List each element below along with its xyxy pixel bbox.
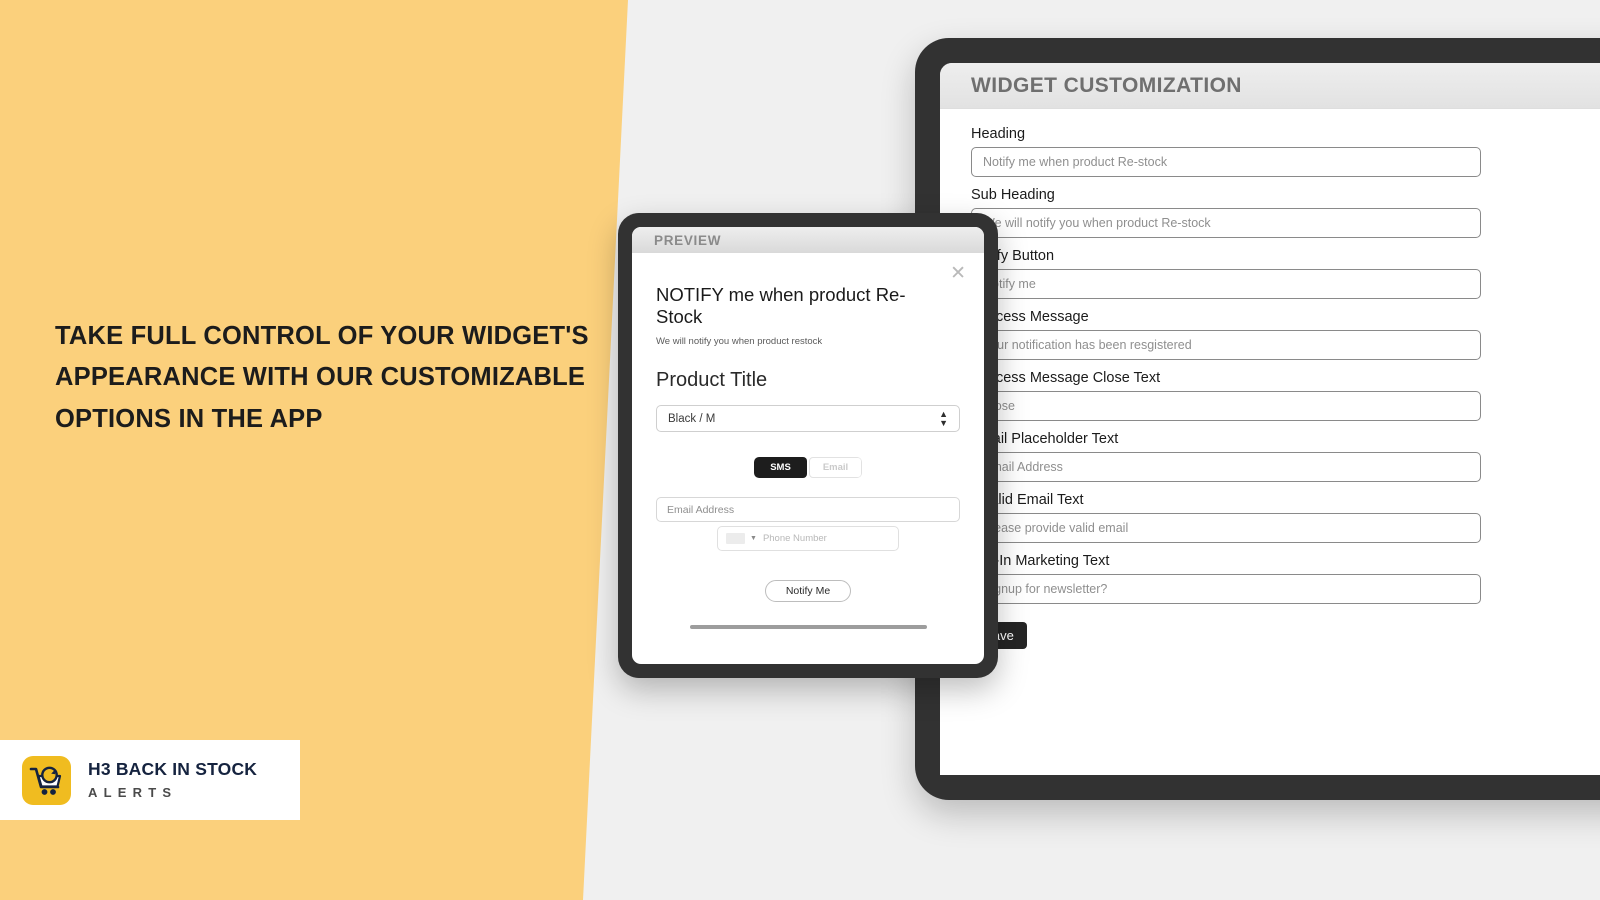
field-heading: Heading: [971, 126, 1600, 177]
widget-heading: NOTIFY me when product Re-Stock: [656, 284, 906, 328]
preview-screen: PREVIEW ✕ NOTIFY me when product Re-Stoc…: [632, 227, 984, 664]
toggle-email[interactable]: Email: [809, 457, 862, 479]
email-placeholder-label: Email Address: [667, 503, 735, 516]
notify-button-input[interactable]: [971, 269, 1481, 299]
field-success-message: Success Message: [971, 309, 1600, 360]
customization-panel-header: WIDGET CUSTOMIZATION: [940, 63, 1600, 109]
marketing-headline: Take full control of your widget's appea…: [55, 322, 589, 433]
variant-select[interactable]: Black / M ▲ ▼: [656, 405, 960, 433]
channel-toggle-wrap: SMS Email: [656, 457, 960, 479]
chevron-down-icon: ▼: [750, 535, 757, 543]
field-label: Success Message: [971, 309, 1089, 325]
phone-placeholder-label: Phone Number: [762, 533, 827, 545]
success-message-input[interactable]: [971, 330, 1481, 360]
widget-product-title: Product Title: [656, 369, 768, 392]
preview-header: PREVIEW: [632, 227, 984, 253]
field-label: Notify Button: [971, 248, 1055, 264]
sub-heading-input[interactable]: [971, 208, 1481, 238]
widget-divider-bar: [689, 625, 927, 630]
phone-number-input[interactable]: ▼ Phone Number: [717, 526, 899, 552]
field-opt-in-marketing-text: Opt-In Marketing Text: [971, 553, 1600, 604]
notify-me-button[interactable]: Notify Me: [764, 580, 852, 603]
channel-toggle: SMS Email: [754, 457, 862, 479]
field-sub-heading: Sub Heading: [971, 187, 1600, 238]
opt-in-marketing-input[interactable]: [971, 574, 1481, 604]
email-address-input[interactable]: Email Address: [656, 497, 960, 523]
invalid-email-input[interactable]: [971, 513, 1481, 543]
field-label: Sub Heading: [971, 187, 1055, 203]
brand-title: H3 BACK IN STOCK: [88, 759, 258, 780]
field-label: Heading: [971, 126, 1026, 142]
field-notify-button: Notify Button: [971, 248, 1600, 299]
heading-input[interactable]: [971, 147, 1481, 177]
notify-button-wrap: Notify Me: [656, 580, 960, 603]
brand-logo-lockup: H3 BACK IN STOCK ALERTS: [0, 740, 300, 820]
brand-text: H3 BACK IN STOCK ALERTS: [88, 761, 257, 799]
toggle-sms[interactable]: SMS: [754, 457, 807, 479]
tablet-device-frame: WIDGET CUSTOMIZATION Heading Sub Heading…: [915, 38, 1600, 800]
close-icon[interactable]: ✕: [950, 264, 966, 283]
chevron-updown-icon: ▲ ▼: [939, 408, 948, 428]
field-invalid-email-text: Invalid Email Text: [971, 492, 1600, 543]
field-label: Email Placeholder Text: [971, 431, 1119, 447]
brand-subtitle: ALERTS: [88, 784, 178, 800]
field-email-placeholder-text: Email Placeholder Text: [971, 431, 1600, 482]
preview-device-frame: PREVIEW ✕ NOTIFY me when product Re-Stoc…: [618, 213, 998, 678]
field-success-message-close-text: Success Message Close Text: [971, 370, 1600, 421]
success-close-text-input[interactable]: [971, 391, 1481, 421]
preview-title: PREVIEW: [654, 232, 722, 248]
country-flag-icon: [726, 533, 745, 545]
field-label: Success Message Close Text: [971, 370, 1161, 386]
panel-title: WIDGET CUSTOMIZATION: [971, 73, 1242, 97]
widget-sub-heading: We will notify you when product restock: [656, 336, 823, 348]
tablet-screen: WIDGET CUSTOMIZATION Heading Sub Heading…: [940, 63, 1600, 775]
variant-select-value: Black / M: [668, 412, 716, 425]
customization-form: Heading Sub Heading Notify Button Succes…: [940, 109, 1600, 649]
shopping-cart-refresh-icon: [22, 755, 71, 805]
field-label: Invalid Email Text: [971, 492, 1084, 508]
email-placeholder-input[interactable]: [971, 452, 1481, 482]
field-label: Opt-In Marketing Text: [971, 553, 1110, 569]
preview-widget: ✕ NOTIFY me when product Re-Stock We wil…: [632, 253, 984, 630]
